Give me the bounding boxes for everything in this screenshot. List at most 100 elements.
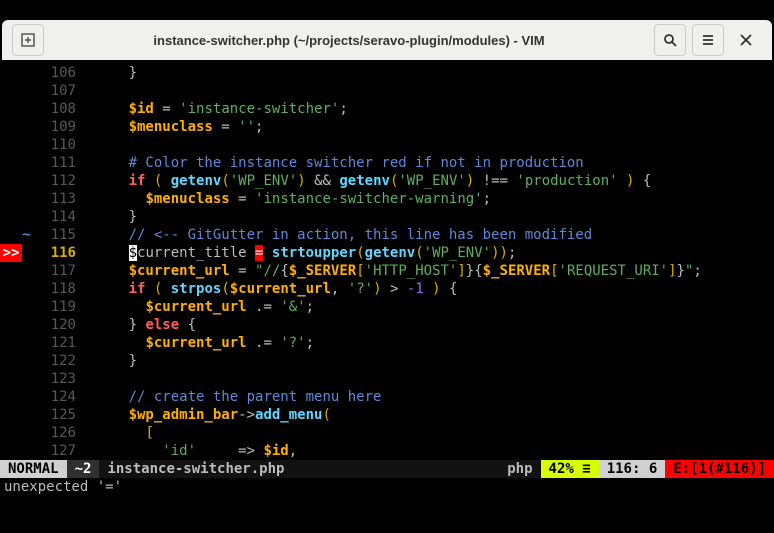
gutter-marker xyxy=(0,136,22,154)
gutter-marker xyxy=(0,226,22,244)
line-number: 111 xyxy=(34,154,78,172)
gutter-marker xyxy=(0,316,22,334)
line-number: 121 xyxy=(34,334,78,352)
line-number: 123 xyxy=(34,370,78,388)
gutter-marker xyxy=(0,118,22,136)
gutter-marker xyxy=(0,154,22,172)
gitgutter-tilde-icon xyxy=(22,334,34,352)
code-content: $current_url .= '?'; xyxy=(78,334,774,352)
code-content: $current_url .= '&'; xyxy=(78,298,774,316)
line-number: 126 xyxy=(34,424,78,442)
window-title: instance-switcher.php (~/projects/seravo… xyxy=(44,33,654,48)
gitgutter-tilde-icon xyxy=(22,208,34,226)
gitgutter-tilde-icon xyxy=(22,172,34,190)
code-line: 108 $id = 'instance-switcher'; xyxy=(0,100,774,118)
code-line: 125 $wp_admin_bar->add_menu( xyxy=(0,406,774,424)
code-line: 122 } xyxy=(0,352,774,370)
code-line: 111 # Color the instance switcher red if… xyxy=(0,154,774,172)
code-content: [ xyxy=(78,424,774,442)
line-number: 119 xyxy=(34,298,78,316)
error-marker-icon: >> xyxy=(0,244,22,262)
menu-button[interactable] xyxy=(692,24,724,56)
code-content: $wp_admin_bar->add_menu( xyxy=(78,406,774,424)
gitgutter-tilde-icon xyxy=(22,136,34,154)
gutter-marker xyxy=(0,424,22,442)
line-number: 125 xyxy=(34,406,78,424)
line-number: 122 xyxy=(34,352,78,370)
code-line: 112 if ( getenv('WP_ENV') && getenv('WP_… xyxy=(0,172,774,190)
code-content: # Color the instance switcher red if not… xyxy=(78,154,774,172)
code-content xyxy=(78,136,774,154)
gutter-marker xyxy=(0,172,22,190)
code-content: $menuclass = ''; xyxy=(78,118,774,136)
gitgutter-tilde-icon xyxy=(22,118,34,136)
code-content: $current_title = strtoupper(getenv('WP_E… xyxy=(78,244,774,262)
gutter-marker xyxy=(0,406,22,424)
gitgutter-tilde-icon xyxy=(22,262,34,280)
code-content: 'id' => $id, xyxy=(78,442,774,460)
titlebar: instance-switcher.php (~/projects/seravo… xyxy=(2,20,772,60)
gitgutter-tilde-icon xyxy=(22,388,34,406)
line-number: 106 xyxy=(34,64,78,82)
code-content: } xyxy=(78,64,774,82)
line-number: 127 xyxy=(34,442,78,460)
line-number: 107 xyxy=(34,82,78,100)
gitgutter-tilde-icon xyxy=(22,82,34,100)
terminal-window: instance-switcher.php (~/projects/seravo… xyxy=(0,0,774,533)
gutter-marker xyxy=(0,370,22,388)
code-content: if ( getenv('WP_ENV') && getenv('WP_ENV'… xyxy=(78,172,774,190)
status-percent: 42% ≡ xyxy=(541,460,599,478)
code-line: ~115 // <-- GitGutter in action, this li… xyxy=(0,226,774,244)
gitgutter-tilde-icon xyxy=(22,316,34,334)
code-line: >> 116 $current_title = strtoupper(geten… xyxy=(0,244,774,262)
vim-mode: NORMAL xyxy=(0,460,67,478)
gitgutter-tilde-icon xyxy=(22,370,34,388)
close-button[interactable] xyxy=(730,24,762,56)
gitgutter-tilde-icon xyxy=(22,406,34,424)
code-content: // <-- GitGutter in action, this line ha… xyxy=(78,226,774,244)
line-number: 124 xyxy=(34,388,78,406)
line-number: 109 xyxy=(34,118,78,136)
gutter-marker xyxy=(0,190,22,208)
status-filename: instance-switcher.php xyxy=(99,460,499,478)
code-content: } else { xyxy=(78,316,774,334)
code-content: $id = 'instance-switcher'; xyxy=(78,100,774,118)
gutter-marker xyxy=(0,298,22,316)
line-number: 120 xyxy=(34,316,78,334)
code-line: 121 $current_url .= '?'; xyxy=(0,334,774,352)
gitgutter-tilde-icon xyxy=(22,442,34,460)
status-line: NORMAL ~2 instance-switcher.php php 42% … xyxy=(0,460,774,478)
line-number: 116 xyxy=(34,244,78,262)
code-line: 120 } else { xyxy=(0,316,774,334)
gutter-marker xyxy=(0,262,22,280)
gutter-marker xyxy=(0,334,22,352)
code-line: 107 xyxy=(0,82,774,100)
line-number: 117 xyxy=(34,262,78,280)
status-error: E:[1(#116)] xyxy=(665,460,774,478)
gutter-marker xyxy=(0,100,22,118)
code-line: 113 $menuclass = 'instance-switcher-warn… xyxy=(0,190,774,208)
line-number: 118 xyxy=(34,280,78,298)
code-line: 127 'id' => $id, xyxy=(0,442,774,460)
editor-area[interactable]: 106 } 107 108 $id = 'instance-switcher';… xyxy=(0,60,774,460)
code-content: } xyxy=(78,352,774,370)
line-number: 115 xyxy=(34,226,78,244)
code-content: } xyxy=(78,208,774,226)
code-line: 109 $menuclass = ''; xyxy=(0,118,774,136)
code-line: 117 $current_url = "//{$_SERVER['HTTP_HO… xyxy=(0,262,774,280)
command-line: unexpected '=' xyxy=(0,478,774,496)
code-content: $current_url = "//{$_SERVER['HTTP_HOST']… xyxy=(78,262,774,280)
gutter-marker xyxy=(0,208,22,226)
code-line: 118 if ( strpos($current_url, '?') > -1 … xyxy=(0,280,774,298)
gutter-marker xyxy=(0,352,22,370)
line-number: 110 xyxy=(34,136,78,154)
gitgutter-tilde-icon xyxy=(22,298,34,316)
status-filetype: php xyxy=(499,460,540,478)
code-content: // create the parent menu here xyxy=(78,388,774,406)
gutter-marker xyxy=(0,280,22,298)
new-tab-button[interactable] xyxy=(12,24,44,56)
code-content: $menuclass = 'instance-switcher-warning'… xyxy=(78,190,774,208)
gitgutter-tilde-icon xyxy=(22,280,34,298)
search-button[interactable] xyxy=(654,24,686,56)
code-content xyxy=(78,82,774,100)
